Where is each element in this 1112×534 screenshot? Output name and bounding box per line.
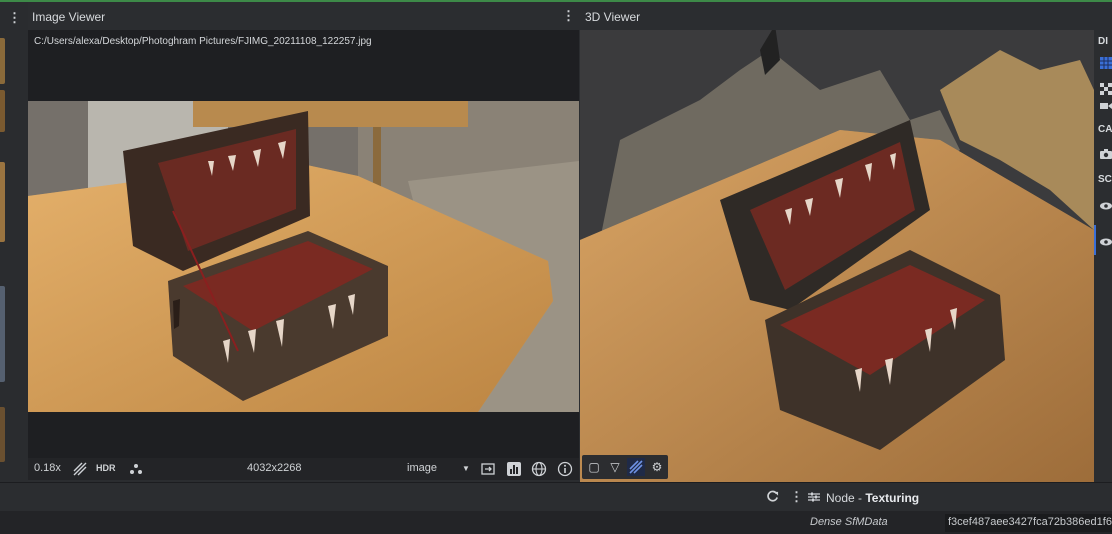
thumbnail[interactable] [0, 286, 5, 382]
image-viewer-header: Image Viewer ⋮ [28, 2, 579, 30]
node-editor-panel: ⋮ Node - Texturing Dense SfMData f3cef48… [0, 482, 1112, 534]
image-viewer-menu-icon[interactable]: ⋮ [562, 9, 575, 22]
node-settings-icon[interactable] [808, 491, 820, 503]
thumbnail[interactable] [0, 162, 5, 242]
dropdown-arrow-icon[interactable]: ▼ [462, 464, 470, 473]
viewer-3d-side-panel: DI CA SC [1094, 30, 1112, 482]
thumbnail[interactable] [0, 407, 5, 462]
selection-indicator [1094, 225, 1096, 255]
info-icon[interactable] [557, 461, 573, 477]
image-viewer-title: Image Viewer [32, 10, 106, 24]
side-header-display: DI [1098, 36, 1108, 47]
exit-frame-icon[interactable] [480, 461, 496, 477]
image-mode-select[interactable]: image [407, 462, 437, 474]
checker-icon[interactable] [1100, 83, 1112, 95]
attribute-value-field[interactable]: f3cef487aee3427fca72b386ed1f6 [945, 514, 1112, 532]
viewer-3d-header: 3D Viewer [580, 2, 1112, 30]
camera-icon[interactable] [1100, 148, 1112, 160]
settings-gear-icon[interactable]: ⚙ [648, 458, 666, 476]
thumbnail[interactable] [0, 38, 5, 84]
camera-video-icon[interactable] [1100, 100, 1112, 112]
image-resolution: 4032x2268 [247, 462, 302, 474]
refresh-icon[interactable] [766, 490, 779, 503]
node-name: Texturing [865, 491, 920, 505]
square-select-icon[interactable]: ▢ [585, 458, 603, 476]
attribute-label: Dense SfMData [810, 516, 888, 528]
eye-icon[interactable] [1100, 236, 1112, 248]
side-header-cameras: CA [1098, 124, 1112, 135]
grid-icon[interactable] [1100, 57, 1112, 69]
side-header-scene: SC [1098, 174, 1112, 185]
node-header: ⋮ Node - Texturing [0, 483, 1112, 511]
attribute-row: Dense SfMData f3cef487aee3427fca72b386ed… [0, 511, 1112, 534]
globe-icon[interactable] [531, 461, 547, 477]
thumbnail-strip[interactable]: ⋮ [0, 2, 28, 480]
photo-image[interactable] [28, 101, 579, 412]
kebab-menu-icon[interactable]: ⋮ [8, 11, 21, 25]
eye-icon[interactable] [1100, 200, 1112, 212]
color-channels-icon[interactable] [128, 461, 144, 477]
triangle-icon[interactable]: ▽ [606, 458, 624, 476]
viewer-3d-toolbar: ▢ ▽ ⚙ [582, 455, 668, 479]
hdr-toggle[interactable]: HDR [96, 463, 116, 473]
histogram-icon[interactable] [506, 461, 522, 477]
image-path: C:/Users/alexa/Desktop/Photoghram Pictur… [34, 36, 372, 47]
zoom-level: 0.18x [34, 462, 61, 474]
thumbnail[interactable] [0, 90, 5, 132]
viewer-3d-canvas[interactable]: ▢ ▽ ⚙ [580, 30, 1094, 482]
node-prefix: Node - [826, 491, 866, 505]
image-viewer[interactable]: C:/Users/alexa/Desktop/Photoghram Pictur… [28, 30, 579, 458]
image-viewer-footer: 0.18x HDR 4032x2268 image ▼ [28, 458, 579, 480]
texture-hatch-icon[interactable] [627, 458, 645, 476]
viewer-3d-title: 3D Viewer [585, 10, 641, 24]
node-menu-icon[interactable]: ⋮ [790, 489, 803, 505]
node-title: Node - Texturing [826, 491, 919, 505]
hatch-pattern-icon[interactable] [72, 461, 88, 477]
